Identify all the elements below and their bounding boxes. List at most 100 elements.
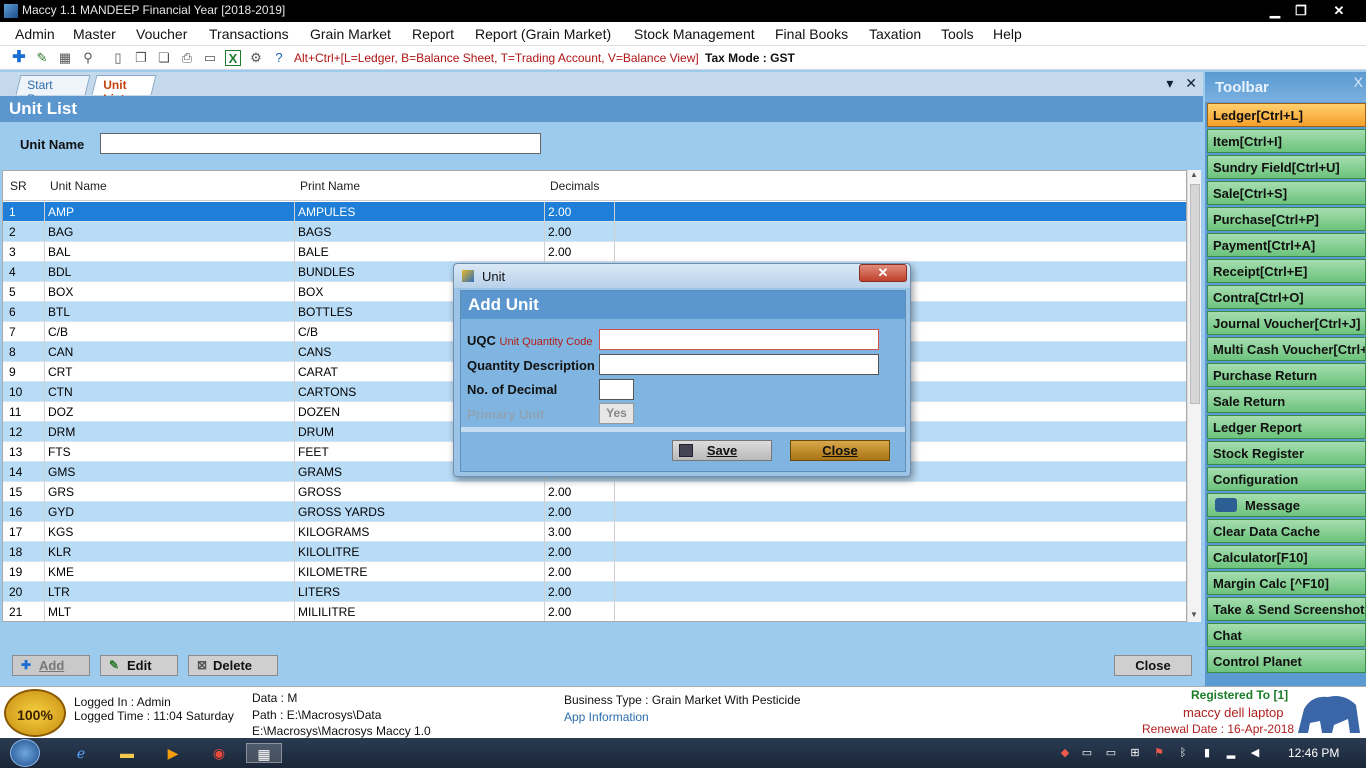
calculator-icon[interactable]: ▦ — [57, 50, 73, 66]
sidebar-item-configuration[interactable]: Configuration — [1207, 467, 1366, 491]
close-button[interactable]: Close — [1114, 655, 1192, 676]
sidebar-item-control-planet[interactable]: Control Planet — [1207, 649, 1366, 673]
menu-master[interactable]: Master — [73, 26, 116, 42]
table-row[interactable]: 3 BAL BALE 2.00 — [3, 242, 1186, 262]
menu-voucher[interactable]: Voucher — [136, 26, 187, 42]
menu-admin[interactable]: Admin — [15, 26, 55, 42]
col-unit-name[interactable]: Unit Name — [50, 179, 107, 193]
sidebar-item-sundry-field[interactable]: Sundry Field[Ctrl+U] — [1207, 155, 1366, 179]
settings-icon[interactable]: ⚙ — [248, 50, 264, 66]
app-info-link[interactable]: App Information — [564, 710, 649, 724]
bluetooth-icon[interactable]: ᛒ — [1176, 746, 1190, 760]
copy-icon[interactable]: ❐ — [133, 50, 149, 66]
edit-icon[interactable]: ✎ — [34, 50, 50, 66]
table-row[interactable]: 17 KGS KILOGRAMS 3.00 — [3, 522, 1186, 542]
scroll-thumb[interactable] — [1190, 184, 1200, 404]
print-icon[interactable]: ⎙ — [179, 50, 195, 66]
col-print-name[interactable]: Print Name — [300, 179, 360, 193]
sidebar-item-ledger[interactable]: Ledger[Ctrl+L] — [1207, 103, 1366, 127]
clock[interactable]: 12:46 PM — [1288, 746, 1339, 760]
sidebar-item-ledger-report[interactable]: Ledger Report — [1207, 415, 1366, 439]
sidebar-item-clear-data-cache[interactable]: Clear Data Cache — [1207, 519, 1366, 543]
sidebar-item-take-send-screenshot[interactable]: Take & Send Screenshot — [1207, 597, 1366, 621]
table-row[interactable]: 15 GRS GROSS 2.00 — [3, 482, 1186, 502]
tab-unit-list[interactable]: Unit List — [91, 75, 157, 106]
delete-button[interactable]: ⊠ Delete — [188, 655, 278, 676]
col-sr[interactable]: SR — [10, 179, 27, 193]
grid-scrollbar[interactable]: ▲ ▼ — [1187, 170, 1201, 622]
sidebar-item-message[interactable]: Message — [1207, 493, 1366, 517]
start-button[interactable] — [10, 739, 40, 767]
sidebar-item-payment[interactable]: Payment[Ctrl+A] — [1207, 233, 1366, 257]
sidebar-item-sale[interactable]: Sale[Ctrl+S] — [1207, 181, 1366, 205]
tray-app-icon[interactable]: ◆ — [1058, 746, 1072, 760]
filter-icon[interactable]: ⚲ — [80, 50, 96, 66]
new-doc-icon[interactable]: ▯ — [110, 50, 126, 66]
menu-taxation[interactable]: Taxation — [869, 26, 921, 42]
menu-final-books[interactable]: Final Books — [775, 26, 848, 42]
sidebar-close-icon[interactable]: X — [1354, 74, 1363, 90]
preview-icon[interactable]: ▭ — [202, 50, 218, 66]
menu-help[interactable]: Help — [993, 26, 1022, 42]
menu-report[interactable]: Report — [412, 26, 454, 42]
tray-display-icon[interactable]: ▭ — [1104, 746, 1118, 760]
menu-grain-market[interactable]: Grain Market — [310, 26, 391, 42]
tab-close-icon[interactable]: ✕ — [1185, 75, 1197, 91]
sidebar-item-receipt[interactable]: Receipt[Ctrl+E] — [1207, 259, 1366, 283]
dialog-close-button[interactable]: Close — [790, 440, 890, 461]
sidebar-item-chat[interactable]: Chat — [1207, 623, 1366, 647]
dialog-close-icon[interactable]: ✕ — [859, 264, 907, 282]
decimal-input[interactable] — [599, 379, 634, 400]
folder-icon[interactable]: ▬ — [116, 743, 138, 763]
table-row[interactable]: 18 KLR KILOLITRE 2.00 — [3, 542, 1186, 562]
add-button[interactable]: ✚ Add — [12, 655, 90, 676]
chrome-icon[interactable]: ◉ — [208, 743, 230, 763]
edit-button[interactable]: ✎ Edit — [100, 655, 178, 676]
tray-power-icon[interactable]: ▮ — [1200, 746, 1214, 760]
tab-start-page[interactable]: Start Page — [15, 75, 91, 106]
window-close-button[interactable]: ✕ — [1326, 2, 1352, 20]
table-row[interactable]: 19 KME KILOMETRE 2.00 — [3, 562, 1186, 582]
tray-flag-icon[interactable]: ⚑ — [1152, 746, 1166, 760]
table-row[interactable]: 16 GYD GROSS YARDS 2.00 — [3, 502, 1186, 522]
tray-network-icon[interactable]: ⊞ — [1128, 746, 1142, 760]
sidebar-item-purchase[interactable]: Purchase[Ctrl+P] — [1207, 207, 1366, 231]
sidebar-item-purchase-return[interactable]: Purchase Return — [1207, 363, 1366, 387]
menu-report-grain-market[interactable]: Report (Grain Market) — [475, 26, 611, 42]
excel-icon[interactable]: X — [225, 50, 241, 66]
col-decimals[interactable]: Decimals — [550, 179, 599, 193]
maccy-task-icon[interactable]: ▦ — [246, 743, 282, 763]
scroll-up-icon[interactable]: ▲ — [1190, 170, 1198, 179]
scroll-down-icon[interactable]: ▼ — [1190, 610, 1198, 619]
table-row[interactable]: 1 AMP AMPULES 2.00 — [3, 202, 1186, 222]
table-row[interactable]: 21 MLT MILILITRE 2.00 — [3, 602, 1186, 621]
sidebar-item-multi-cash-voucher[interactable]: Multi Cash Voucher[Ctrl+ — [1207, 337, 1366, 361]
plus-icon[interactable]: ✚ — [11, 50, 27, 66]
table-row[interactable]: 2 BAG BAGS 2.00 — [3, 222, 1186, 242]
signal-icon[interactable]: ▂ — [1224, 746, 1238, 760]
menu-tools[interactable]: Tools — [941, 26, 974, 42]
sidebar-item-sale-return[interactable]: Sale Return — [1207, 389, 1366, 413]
uqc-input[interactable] — [599, 329, 879, 350]
ie-icon[interactable]: ℯ — [70, 743, 92, 763]
save-button[interactable]: Save — [672, 440, 772, 461]
sidebar-item-contra[interactable]: Contra[Ctrl+O] — [1207, 285, 1366, 309]
sidebar-item-stock-register[interactable]: Stock Register — [1207, 441, 1366, 465]
sidebar-item-margin-calc[interactable]: Margin Calc [^F10] — [1207, 571, 1366, 595]
menu-stock-management[interactable]: Stock Management — [634, 26, 755, 42]
tab-dropdown-icon[interactable]: ▾ — [1166, 75, 1173, 91]
menu-transactions[interactable]: Transactions — [209, 26, 289, 42]
quantity-description-input[interactable] — [599, 354, 879, 375]
minimize-button[interactable]: ▁ — [1262, 2, 1288, 20]
tray-window-icon[interactable]: ▭ — [1080, 746, 1094, 760]
unit-name-search-input[interactable] — [100, 133, 541, 154]
paste-icon[interactable]: ❏ — [156, 50, 172, 66]
sidebar-item-journal-voucher[interactable]: Journal Voucher[Ctrl+J] — [1207, 311, 1366, 335]
maximize-button[interactable]: ❐ — [1288, 2, 1314, 20]
table-row[interactable]: 20 LTR LITERS 2.00 — [3, 582, 1186, 602]
sidebar-item-item[interactable]: Item[Ctrl+I] — [1207, 129, 1366, 153]
help-icon[interactable]: ? — [271, 50, 287, 66]
volume-icon[interactable]: ◀ — [1248, 746, 1262, 760]
sidebar-item-calculator[interactable]: Calculator[F10] — [1207, 545, 1366, 569]
media-player-icon[interactable]: ▶ — [162, 743, 184, 763]
